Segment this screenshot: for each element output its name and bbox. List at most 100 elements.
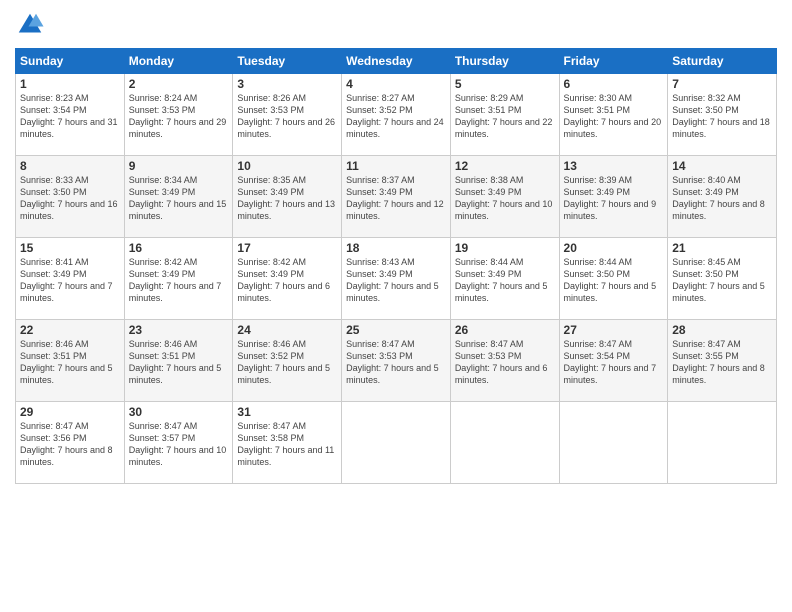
- day-info: Sunrise: 8:41 AMSunset: 3:49 PMDaylight:…: [20, 256, 120, 305]
- day-info: Sunrise: 8:42 AMSunset: 3:49 PMDaylight:…: [129, 256, 229, 305]
- calendar-cell: 17 Sunrise: 8:42 AMSunset: 3:49 PMDaylig…: [233, 238, 342, 320]
- calendar-week-5: 29 Sunrise: 8:47 AMSunset: 3:56 PMDaylig…: [16, 402, 777, 484]
- day-info: Sunrise: 8:27 AMSunset: 3:52 PMDaylight:…: [346, 92, 446, 141]
- header-friday: Friday: [559, 49, 668, 74]
- calendar-week-4: 22 Sunrise: 8:46 AMSunset: 3:51 PMDaylig…: [16, 320, 777, 402]
- calendar-cell: 8 Sunrise: 8:33 AMSunset: 3:50 PMDayligh…: [16, 156, 125, 238]
- calendar-cell: 29 Sunrise: 8:47 AMSunset: 3:56 PMDaylig…: [16, 402, 125, 484]
- day-number: 28: [672, 323, 772, 337]
- calendar-cell: 15 Sunrise: 8:41 AMSunset: 3:49 PMDaylig…: [16, 238, 125, 320]
- logo-icon: [15, 10, 45, 40]
- day-info: Sunrise: 8:39 AMSunset: 3:49 PMDaylight:…: [564, 174, 664, 223]
- day-number: 13: [564, 159, 664, 173]
- day-number: 10: [237, 159, 337, 173]
- calendar-week-3: 15 Sunrise: 8:41 AMSunset: 3:49 PMDaylig…: [16, 238, 777, 320]
- calendar-cell: 9 Sunrise: 8:34 AMSunset: 3:49 PMDayligh…: [124, 156, 233, 238]
- calendar-cell: 31 Sunrise: 8:47 AMSunset: 3:58 PMDaylig…: [233, 402, 342, 484]
- day-info: Sunrise: 8:44 AMSunset: 3:50 PMDaylight:…: [564, 256, 664, 305]
- header-wednesday: Wednesday: [342, 49, 451, 74]
- calendar-cell: 11 Sunrise: 8:37 AMSunset: 3:49 PMDaylig…: [342, 156, 451, 238]
- calendar-cell: 19 Sunrise: 8:44 AMSunset: 3:49 PMDaylig…: [450, 238, 559, 320]
- day-number: 31: [237, 405, 337, 419]
- calendar-cell: [668, 402, 777, 484]
- day-number: 14: [672, 159, 772, 173]
- day-number: 5: [455, 77, 555, 91]
- calendar-cell: 5 Sunrise: 8:29 AMSunset: 3:51 PMDayligh…: [450, 74, 559, 156]
- day-number: 18: [346, 241, 446, 255]
- calendar-cell: 26 Sunrise: 8:47 AMSunset: 3:53 PMDaylig…: [450, 320, 559, 402]
- day-number: 7: [672, 77, 772, 91]
- day-number: 16: [129, 241, 229, 255]
- day-info: Sunrise: 8:29 AMSunset: 3:51 PMDaylight:…: [455, 92, 555, 141]
- day-number: 3: [237, 77, 337, 91]
- day-number: 22: [20, 323, 120, 337]
- day-number: 4: [346, 77, 446, 91]
- day-info: Sunrise: 8:47 AMSunset: 3:58 PMDaylight:…: [237, 420, 337, 469]
- calendar-cell: 24 Sunrise: 8:46 AMSunset: 3:52 PMDaylig…: [233, 320, 342, 402]
- calendar-cell: 6 Sunrise: 8:30 AMSunset: 3:51 PMDayligh…: [559, 74, 668, 156]
- day-info: Sunrise: 8:44 AMSunset: 3:49 PMDaylight:…: [455, 256, 555, 305]
- calendar-header-row: SundayMondayTuesdayWednesdayThursdayFrid…: [16, 49, 777, 74]
- header-thursday: Thursday: [450, 49, 559, 74]
- header-monday: Monday: [124, 49, 233, 74]
- calendar-week-2: 8 Sunrise: 8:33 AMSunset: 3:50 PMDayligh…: [16, 156, 777, 238]
- day-info: Sunrise: 8:42 AMSunset: 3:49 PMDaylight:…: [237, 256, 337, 305]
- header: [15, 10, 777, 40]
- day-info: Sunrise: 8:45 AMSunset: 3:50 PMDaylight:…: [672, 256, 772, 305]
- calendar-cell: [450, 402, 559, 484]
- calendar-cell: 10 Sunrise: 8:35 AMSunset: 3:49 PMDaylig…: [233, 156, 342, 238]
- calendar-cell: [559, 402, 668, 484]
- day-number: 24: [237, 323, 337, 337]
- calendar-cell: 13 Sunrise: 8:39 AMSunset: 3:49 PMDaylig…: [559, 156, 668, 238]
- calendar-cell: 22 Sunrise: 8:46 AMSunset: 3:51 PMDaylig…: [16, 320, 125, 402]
- day-info: Sunrise: 8:46 AMSunset: 3:51 PMDaylight:…: [20, 338, 120, 387]
- day-info: Sunrise: 8:33 AMSunset: 3:50 PMDaylight:…: [20, 174, 120, 223]
- day-number: 27: [564, 323, 664, 337]
- calendar-cell: 25 Sunrise: 8:47 AMSunset: 3:53 PMDaylig…: [342, 320, 451, 402]
- calendar-cell: 21 Sunrise: 8:45 AMSunset: 3:50 PMDaylig…: [668, 238, 777, 320]
- day-info: Sunrise: 8:32 AMSunset: 3:50 PMDaylight:…: [672, 92, 772, 141]
- calendar-cell: 23 Sunrise: 8:46 AMSunset: 3:51 PMDaylig…: [124, 320, 233, 402]
- logo: [15, 10, 49, 40]
- day-info: Sunrise: 8:46 AMSunset: 3:52 PMDaylight:…: [237, 338, 337, 387]
- day-number: 29: [20, 405, 120, 419]
- page-container: SundayMondayTuesdayWednesdayThursdayFrid…: [0, 0, 792, 489]
- day-info: Sunrise: 8:35 AMSunset: 3:49 PMDaylight:…: [237, 174, 337, 223]
- day-info: Sunrise: 8:34 AMSunset: 3:49 PMDaylight:…: [129, 174, 229, 223]
- day-info: Sunrise: 8:37 AMSunset: 3:49 PMDaylight:…: [346, 174, 446, 223]
- day-number: 30: [129, 405, 229, 419]
- day-number: 21: [672, 241, 772, 255]
- day-number: 25: [346, 323, 446, 337]
- calendar-week-1: 1 Sunrise: 8:23 AMSunset: 3:54 PMDayligh…: [16, 74, 777, 156]
- day-info: Sunrise: 8:24 AMSunset: 3:53 PMDaylight:…: [129, 92, 229, 141]
- day-info: Sunrise: 8:47 AMSunset: 3:53 PMDaylight:…: [455, 338, 555, 387]
- day-number: 12: [455, 159, 555, 173]
- calendar-cell: 18 Sunrise: 8:43 AMSunset: 3:49 PMDaylig…: [342, 238, 451, 320]
- header-saturday: Saturday: [668, 49, 777, 74]
- calendar-cell: 7 Sunrise: 8:32 AMSunset: 3:50 PMDayligh…: [668, 74, 777, 156]
- calendar-cell: 14 Sunrise: 8:40 AMSunset: 3:49 PMDaylig…: [668, 156, 777, 238]
- calendar-cell: 16 Sunrise: 8:42 AMSunset: 3:49 PMDaylig…: [124, 238, 233, 320]
- day-number: 23: [129, 323, 229, 337]
- day-info: Sunrise: 8:43 AMSunset: 3:49 PMDaylight:…: [346, 256, 446, 305]
- day-number: 1: [20, 77, 120, 91]
- day-number: 19: [455, 241, 555, 255]
- calendar-cell: 27 Sunrise: 8:47 AMSunset: 3:54 PMDaylig…: [559, 320, 668, 402]
- day-number: 15: [20, 241, 120, 255]
- day-info: Sunrise: 8:30 AMSunset: 3:51 PMDaylight:…: [564, 92, 664, 141]
- day-info: Sunrise: 8:46 AMSunset: 3:51 PMDaylight:…: [129, 338, 229, 387]
- day-number: 6: [564, 77, 664, 91]
- day-info: Sunrise: 8:47 AMSunset: 3:57 PMDaylight:…: [129, 420, 229, 469]
- calendar-cell: [342, 402, 451, 484]
- day-number: 8: [20, 159, 120, 173]
- header-sunday: Sunday: [16, 49, 125, 74]
- day-number: 2: [129, 77, 229, 91]
- calendar-cell: 3 Sunrise: 8:26 AMSunset: 3:53 PMDayligh…: [233, 74, 342, 156]
- day-info: Sunrise: 8:40 AMSunset: 3:49 PMDaylight:…: [672, 174, 772, 223]
- calendar-cell: 30 Sunrise: 8:47 AMSunset: 3:57 PMDaylig…: [124, 402, 233, 484]
- day-number: 11: [346, 159, 446, 173]
- header-tuesday: Tuesday: [233, 49, 342, 74]
- calendar-cell: 28 Sunrise: 8:47 AMSunset: 3:55 PMDaylig…: [668, 320, 777, 402]
- calendar-cell: 12 Sunrise: 8:38 AMSunset: 3:49 PMDaylig…: [450, 156, 559, 238]
- day-info: Sunrise: 8:23 AMSunset: 3:54 PMDaylight:…: [20, 92, 120, 141]
